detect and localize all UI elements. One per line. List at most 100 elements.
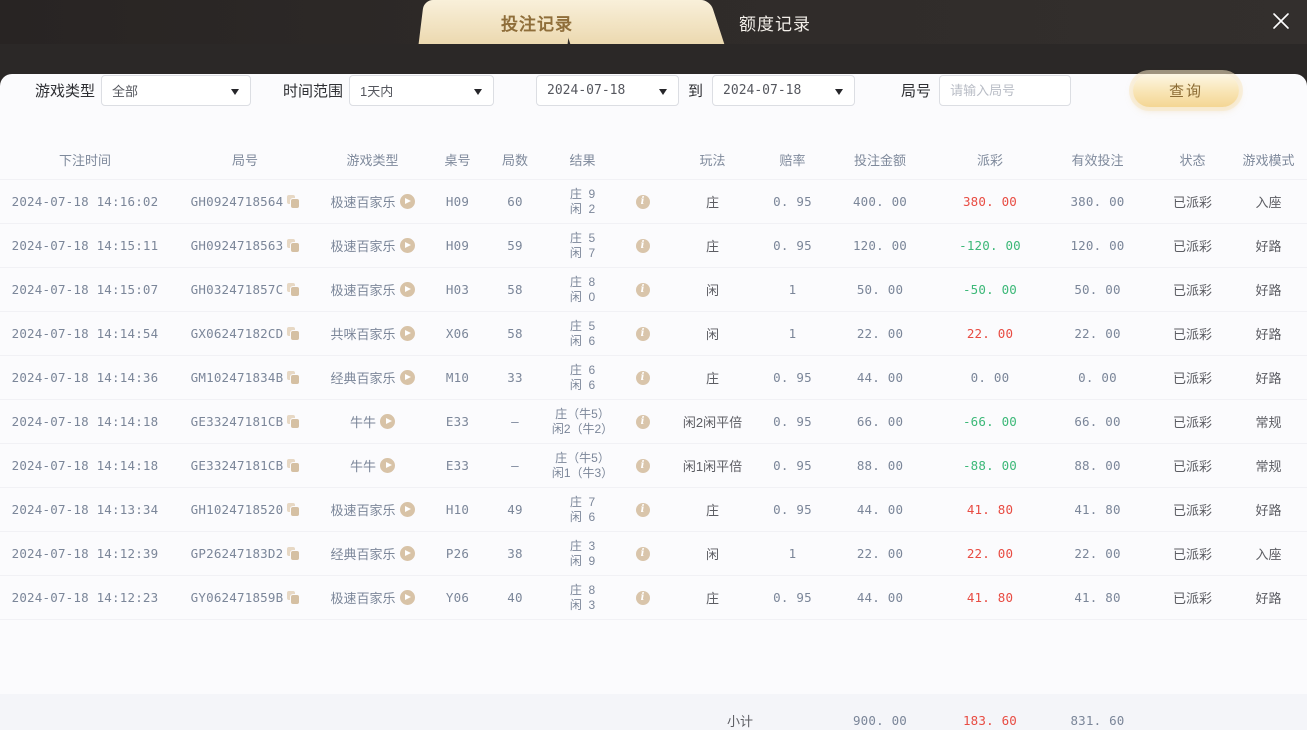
copy-icon[interactable] (287, 195, 300, 208)
result-player-line: 闲2（牛2） (551, 421, 614, 436)
cell-game-mode: 常规 (1255, 459, 1282, 474)
info-icon[interactable] (635, 546, 650, 561)
play-icon[interactable] (399, 238, 415, 253)
cell-bet-time: 2024-07-18 14:15:07 (11, 282, 159, 297)
info-icon[interactable] (635, 414, 650, 429)
date-to-select[interactable]: 2024-07-18 (712, 74, 856, 106)
cell-result: 庄 6 闲 6 (540, 363, 625, 393)
copy-icon[interactable] (287, 371, 300, 384)
table-row: 2024-07-18 14:15:11 GH0924718563 极速百家乐 H… (0, 224, 1307, 268)
cell-bet-amount: 50. 00 (856, 282, 904, 297)
info-icon[interactable] (635, 502, 650, 517)
copy-icon[interactable] (287, 327, 300, 340)
copy-icon[interactable] (287, 591, 300, 604)
cell-odds: 0. 95 (773, 590, 812, 605)
tab-quota-records[interactable]: 额度记录 (660, 0, 890, 44)
cell-bet-time: 2024-07-18 14:12:39 (11, 546, 159, 561)
cell-valid-bet: 41. 80 (1074, 502, 1121, 517)
cell-status: 已派彩 (1172, 459, 1212, 474)
cell-info (625, 546, 660, 561)
cell-bet-time: 2024-07-18 14:15:11 (11, 238, 159, 253)
play-icon[interactable] (399, 502, 415, 517)
cell-game-mode: 好路 (1255, 503, 1282, 518)
cell-table-no: X06 (445, 326, 470, 341)
tab-quota-records-label: 额度记录 (739, 14, 811, 34)
subtotal-row: 小计 900. 00 183. 60 831. 60 (0, 694, 1307, 730)
info-icon[interactable] (635, 370, 650, 385)
cell-result: 庄 9 闲 2 (540, 187, 625, 217)
cell-valid-bet: 88. 00 (1074, 458, 1121, 473)
cell-play-type: 闲 (705, 547, 719, 562)
cell-payout: -66. 00 (962, 414, 1018, 429)
cell-status: 已派彩 (1172, 547, 1212, 562)
caret-down-icon (835, 88, 844, 95)
info-icon[interactable] (635, 238, 650, 253)
copy-icon[interactable] (287, 415, 300, 428)
copy-icon[interactable] (287, 503, 300, 516)
table-row: 2024-07-18 14:14:36 GM102471834B 经典百家乐 M… (0, 356, 1307, 400)
play-icon[interactable] (399, 546, 415, 561)
date-to-value: 2024-07-18 (723, 82, 802, 98)
close-icon[interactable] (1268, 8, 1294, 34)
cell-round-id: GH0924718564 (170, 194, 320, 209)
play-icon[interactable] (399, 194, 415, 209)
col-status: 状态 (1179, 153, 1206, 168)
cell-play-type: 庄 (705, 239, 719, 254)
cell-play-type: 闲2闲平倍 (682, 415, 743, 430)
copy-icon[interactable] (287, 239, 300, 252)
info-icon[interactable] (635, 590, 650, 605)
query-button[interactable]: 查询 (1133, 73, 1240, 107)
time-range-select[interactable]: 1天内 (349, 74, 495, 106)
cell-round-id: GP26247183D2 (170, 546, 320, 561)
copy-icon[interactable] (287, 283, 300, 296)
date-from-select[interactable]: 2024-07-18 (536, 74, 680, 106)
round-id-input[interactable] (939, 74, 1072, 106)
cell-game-type: 极速百家乐 (320, 192, 425, 211)
col-payout: 派彩 (976, 153, 1003, 168)
info-icon[interactable] (635, 282, 650, 297)
cell-table-no: E33 (445, 414, 470, 429)
table-body: 2024-07-18 14:16:02 GH0924718564 极速百家乐 H… (0, 180, 1307, 620)
copy-icon[interactable] (287, 547, 300, 560)
info-icon[interactable] (635, 458, 650, 473)
cell-game-mode: 好路 (1255, 371, 1282, 386)
cell-valid-bet: 380. 00 (1070, 194, 1125, 209)
play-icon[interactable] (380, 458, 395, 473)
cell-info (625, 282, 660, 297)
cell-round-count: 49 (507, 502, 523, 517)
info-icon[interactable] (635, 326, 650, 341)
table-row: 2024-07-18 14:12:23 GY062471859B 极速百家乐 Y… (0, 576, 1307, 620)
info-icon[interactable] (635, 194, 650, 209)
cell-round-count: 40 (507, 590, 523, 605)
play-icon[interactable] (380, 414, 395, 429)
cell-payout: -120. 00 (959, 238, 1021, 253)
table-header: 下注时间 局号 游戏类型 桌号 局数 结果 玩法 赔率 投注金额 派彩 有效投注… (0, 140, 1307, 180)
play-icon[interactable] (399, 590, 415, 605)
cell-valid-bet: 41. 80 (1074, 590, 1121, 605)
col-play-type: 玩法 (699, 153, 726, 168)
cell-bet-amount: 66. 00 (856, 414, 904, 429)
copy-icon[interactable] (287, 459, 300, 472)
result-banker-line: 庄 8 (569, 582, 596, 597)
play-icon[interactable] (399, 326, 415, 341)
cell-table-no: H09 (445, 238, 470, 253)
play-icon[interactable] (399, 370, 415, 385)
cell-result: 庄 7 闲 6 (540, 495, 625, 525)
cell-play-type: 闲1闲平倍 (682, 459, 743, 474)
cell-status: 已派彩 (1172, 371, 1212, 386)
game-type-select[interactable]: 全部 (101, 74, 252, 106)
play-icon[interactable] (399, 282, 415, 297)
cell-bet-time: 2024-07-18 14:14:36 (11, 370, 159, 385)
cell-odds: 1 (788, 282, 797, 297)
cell-result: 庄（牛5） 闲2（牛2） (540, 407, 625, 437)
cell-status: 已派彩 (1172, 239, 1212, 254)
cell-payout: -50. 00 (962, 282, 1018, 297)
cell-valid-bet: 22. 00 (1074, 326, 1121, 341)
result-banker-line: 庄 5 (569, 318, 596, 333)
cell-game-type: 极速百家乐 (320, 280, 425, 299)
cell-table-no: Y06 (445, 590, 470, 605)
cell-valid-bet: 120. 00 (1070, 238, 1125, 253)
table-row: 2024-07-18 14:15:07 GH032471857C 极速百家乐 H… (0, 268, 1307, 312)
cell-game-type: 共咪百家乐 (320, 324, 425, 343)
tab-betting-records[interactable]: 投注记录 (424, 0, 710, 44)
